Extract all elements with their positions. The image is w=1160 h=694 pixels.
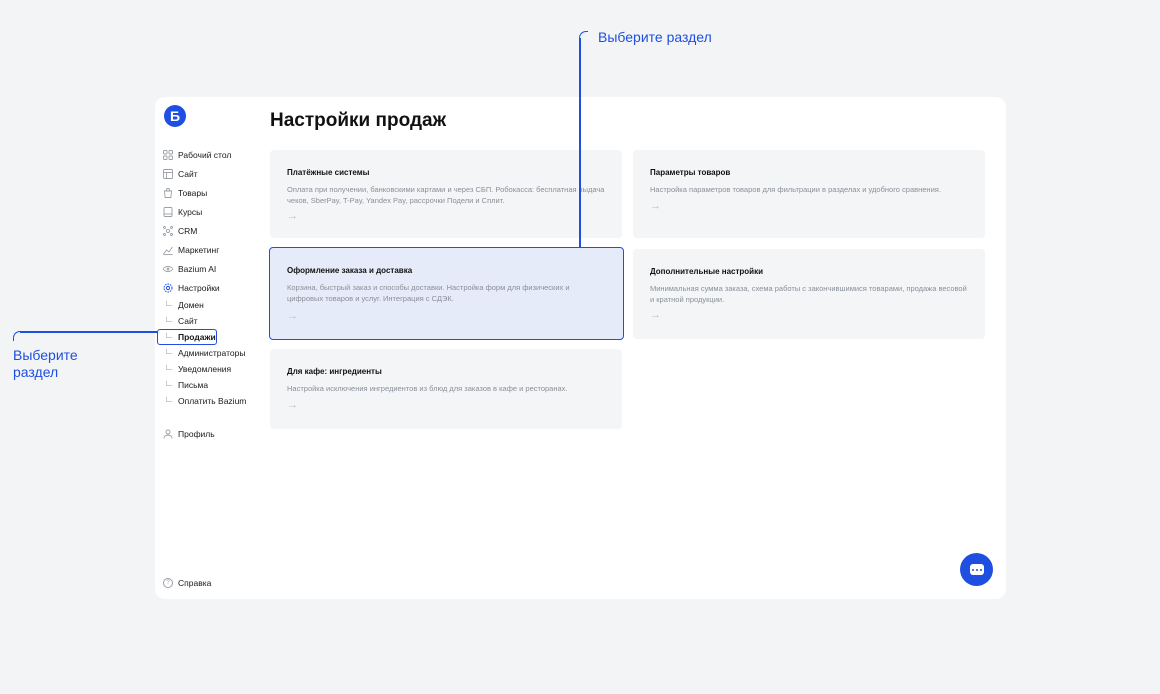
chart-icon: [163, 245, 173, 255]
sidebar-sub-label: Сайт: [178, 316, 198, 326]
grid-icon: [163, 149, 173, 160]
card-title: Параметры товаров: [650, 168, 731, 177]
sidebar-item-label: Товары: [178, 187, 208, 198]
annotation-line-top-corner: [579, 31, 588, 39]
arrow-right-icon: →: [287, 399, 298, 411]
sidebar-item-label: Курсы: [178, 206, 203, 217]
sidebar-item-profile[interactable]: Профиль: [163, 424, 258, 443]
tree-branch: [166, 364, 172, 370]
card-product-params[interactable]: Параметры товаров Настройка параметров т…: [633, 150, 985, 238]
card-description: Настройка параметров товаров для фильтра…: [650, 185, 941, 194]
sidebar-sub-sales[interactable]: Продажи: [157, 329, 217, 345]
chat-icon: [969, 564, 984, 575]
annotation-left-line2: раздел: [13, 364, 59, 380]
sidebar-sub-admins[interactable]: Администраторы: [163, 345, 258, 361]
sidebar-sub-label: Уведомления: [178, 364, 232, 374]
tree-branch: [166, 380, 172, 386]
card-title: Платёжные системы: [287, 168, 370, 177]
tree-branch: [166, 316, 172, 322]
sidebar-item-courses[interactable]: Курсы: [163, 202, 258, 221]
sidebar-item-label: Рабочий стол: [178, 149, 232, 160]
logo[interactable]: Б: [164, 105, 186, 127]
tree-branch: [166, 332, 172, 338]
card-payment-systems[interactable]: Платёжные системы Оплата при получении, …: [270, 150, 622, 238]
ai-icon: [163, 264, 173, 274]
card-additional-settings[interactable]: Дополнительные настройки Минимальная сум…: [633, 249, 985, 339]
sidebar-item-label: CRM: [178, 225, 198, 236]
arrow-right-icon: →: [650, 309, 661, 321]
card-description: Корзина, быстрый заказ и способы доставк…: [287, 283, 570, 303]
tree-branch: [166, 300, 172, 306]
card-description: Минимальная сумма заказа, схема работы с…: [650, 284, 967, 304]
annotation-left-line1: Выберите: [13, 347, 78, 363]
chat-button[interactable]: [960, 553, 993, 586]
card-checkout-delivery[interactable]: Оформление заказа и доставка Корзина, бы…: [269, 247, 624, 340]
gear-icon: [163, 283, 173, 293]
layout-icon: [163, 168, 173, 179]
sidebar-sub-label: Администраторы: [178, 348, 246, 358]
sidebar-item-marketing[interactable]: Маркетинг: [163, 240, 258, 259]
card-title: Оформление заказа и доставка: [287, 266, 413, 275]
annotation-line-left-horizontal: [20, 331, 158, 333]
sidebar-sub-domain[interactable]: Домен: [163, 297, 258, 313]
sidebar-sub-letters[interactable]: Письма: [163, 377, 258, 393]
annotation-left: Выберите раздел: [13, 347, 78, 381]
logo-letter: Б: [169, 108, 181, 124]
annotation-top: Выберите раздел: [598, 29, 712, 45]
sidebar-item-products[interactable]: Товары: [163, 183, 258, 202]
sidebar-sub-label: Письма: [178, 380, 209, 390]
sidebar-sub-notifications[interactable]: Уведомления: [163, 361, 258, 377]
help-link[interactable]: ? Справка: [163, 578, 211, 588]
bag-icon: [163, 187, 173, 198]
card-title: Дополнительные настройки: [650, 267, 763, 276]
sidebar-sub-label: Продажи: [178, 332, 216, 342]
sidebar-sub-site[interactable]: Сайт: [163, 313, 258, 329]
sidebar-sub-label: Оплатить Bazium: [178, 396, 247, 406]
arrow-right-icon: →: [650, 200, 661, 212]
sidebar-item-crm[interactable]: CRM: [163, 221, 258, 240]
sidebar: Рабочий стол Сайт Товары Курсы CRM Марке…: [157, 145, 258, 443]
tree-branch: [166, 348, 172, 354]
sidebar-item-label: Маркетинг: [178, 244, 220, 255]
sidebar-item-dashboard[interactable]: Рабочий стол: [163, 145, 258, 164]
user-icon: [163, 429, 173, 439]
sidebar-item-site[interactable]: Сайт: [163, 164, 258, 183]
network-icon: [163, 225, 173, 236]
sidebar-item-label: Сайт: [178, 168, 198, 179]
arrow-right-icon: →: [287, 210, 298, 222]
sidebar-item-label: Профиль: [178, 428, 215, 439]
sidebar-item-label: Настройки: [178, 282, 220, 293]
help-label: Справка: [178, 578, 212, 588]
arrow-right-icon: →: [287, 310, 298, 322]
sidebar-sub-billing[interactable]: Оплатить Bazium: [163, 393, 258, 409]
card-cafe-ingredients[interactable]: Для кафе: ингредиенты Настройка исключен…: [270, 349, 622, 429]
annotation-line-left-corner: [13, 331, 21, 341]
sidebar-item-settings[interactable]: Настройки: [163, 278, 258, 297]
question-icon: ?: [163, 578, 173, 588]
page-title: Настройки продаж: [270, 110, 447, 131]
book-icon: [163, 206, 173, 217]
card-description: Настройка исключения ингредиентов из блю…: [287, 384, 568, 393]
sidebar-item-ai[interactable]: Bazium AI: [163, 259, 258, 278]
sidebar-sub-label: Домен: [178, 300, 204, 310]
tree-branch: [166, 396, 172, 402]
card-title: Для кафе: ингредиенты: [287, 367, 382, 376]
sidebar-item-label: Bazium AI: [178, 263, 217, 274]
card-description: Оплата при получении, банковскими картам…: [287, 185, 605, 205]
annotation-line-top-vertical: [579, 38, 581, 248]
